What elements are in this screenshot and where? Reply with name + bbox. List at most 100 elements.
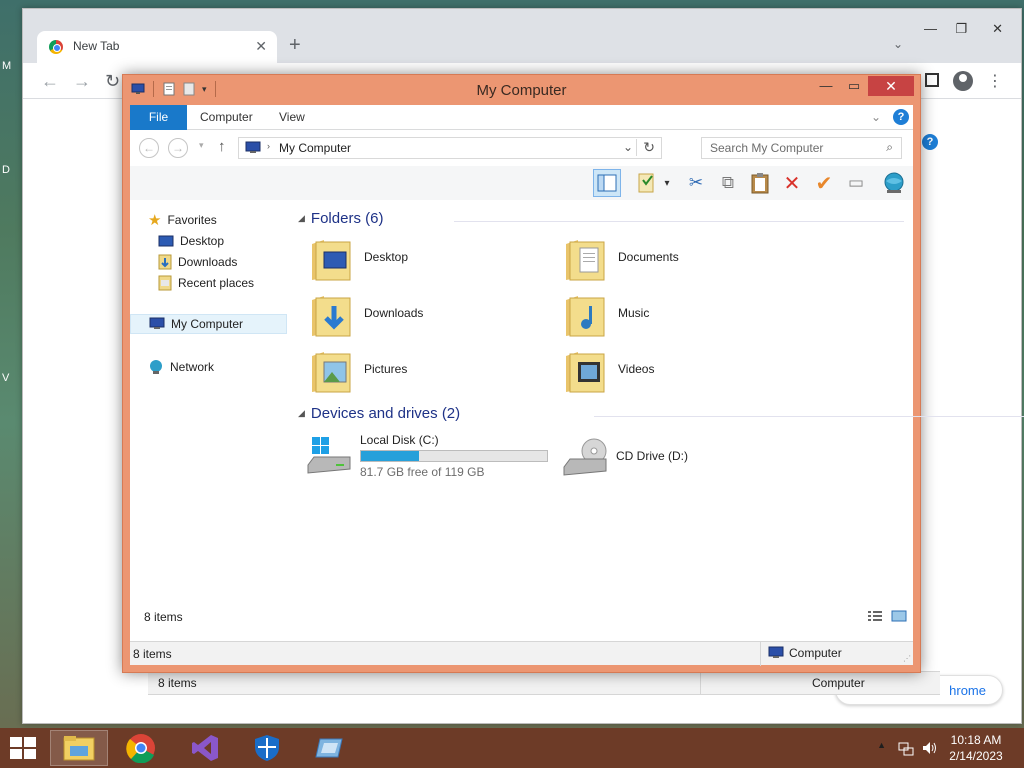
tab-view[interactable]: View (279, 105, 305, 130)
check-icon[interactable]: ✔ (810, 169, 838, 197)
drive-label: CD Drive (D:) (616, 449, 688, 463)
recent-locations-dropdown-icon[interactable]: ▾ (199, 140, 204, 151)
folder-music[interactable]: Music (564, 290, 804, 340)
help-icon[interactable]: ? (893, 109, 909, 125)
search-box[interactable]: ⌕ (701, 137, 902, 159)
back-button[interactable]: ← (139, 138, 159, 158)
chrome-menu-icon[interactable]: ⋮ (987, 71, 1003, 91)
desktop-icon-label: V (2, 372, 10, 384)
taskbar-remote-desktop[interactable] (300, 730, 358, 766)
up-button[interactable]: ↑ (218, 138, 226, 155)
preview-pane-icon[interactable] (593, 169, 621, 197)
drive-usage-fill (361, 451, 420, 461)
refresh-icon[interactable]: ↻ (636, 139, 655, 156)
folder-documents[interactable]: Documents (564, 234, 804, 284)
status-item-count: 8 items (133, 647, 172, 661)
chrome-favicon-icon (49, 40, 63, 54)
properties-dropdown-icon[interactable]: ▾ (660, 169, 674, 197)
close-button[interactable]: ✕ (868, 76, 914, 96)
tab-computer[interactable]: Computer (200, 105, 253, 130)
taskbar-chrome[interactable] (112, 730, 170, 766)
chrome-icon (126, 734, 155, 763)
chrome-minimize-button[interactable]: — (924, 21, 937, 36)
view-switcher (867, 610, 907, 622)
devices-group-header[interactable]: ◢ Devices and drives (2) (298, 405, 460, 422)
hard-drive-icon (307, 437, 351, 474)
address-dropdown-icon[interactable]: ⌄ (623, 140, 633, 154)
show-hidden-icons[interactable]: ▲ (877, 740, 886, 768)
side-panel-icon[interactable] (925, 73, 939, 87)
collapse-triangle-icon[interactable]: ◢ (298, 408, 305, 419)
status-divider (760, 642, 761, 666)
window-controls: — ▭ ✕ (812, 76, 914, 96)
collapse-triangle-icon[interactable]: ◢ (298, 213, 305, 224)
drive-local-disk-c[interactable]: Local Disk (C:) 81.7 GB free of 119 GB (306, 433, 566, 483)
network-tray-icon[interactable] (898, 740, 914, 768)
taskbar-windows-defender[interactable] (238, 730, 296, 766)
folder-desktop[interactable]: Desktop (310, 234, 550, 284)
large-icons-view-icon[interactable] (891, 610, 907, 622)
downloads-folder-icon (312, 296, 351, 337)
videos-folder-icon (566, 352, 605, 393)
nav-downloads[interactable]: Downloads (158, 252, 237, 272)
status-bar: 8 items Computer ⋰ (130, 641, 913, 666)
resize-grip-icon[interactable]: ⋰ (903, 654, 911, 663)
customize-chrome-label: hrome (949, 683, 986, 698)
breadcrumb-separator-icon[interactable]: › (267, 141, 270, 151)
globe-icon[interactable] (880, 169, 908, 197)
ribbon-right-controls: ⌄ ? (871, 109, 909, 125)
rename-icon[interactable]: ▭ (842, 169, 870, 197)
details-pane: 8 items (130, 607, 913, 629)
maximize-button[interactable]: ▭ (840, 76, 868, 96)
new-tab-button[interactable]: + (289, 34, 301, 57)
volume-icon[interactable] (922, 740, 938, 768)
explorer-client-area: File Computer View ⌄ ? ← → ▾ ↑ › My Comp… (130, 105, 1024, 666)
taskbar-visual-studio[interactable] (176, 730, 234, 766)
delete-icon[interactable]: ✕ (778, 169, 806, 197)
nav-my-computer[interactable]: My Computer (130, 314, 287, 334)
search-input[interactable] (710, 141, 870, 155)
folder-videos[interactable]: Videos (564, 346, 804, 396)
start-button[interactable] (10, 737, 36, 759)
chrome-tab-new-tab[interactable]: New Tab ✕ (37, 31, 277, 63)
tab-file[interactable]: File (130, 105, 187, 130)
drive-usage-bar (360, 450, 548, 462)
tab-search-chevron-icon[interactable]: ⌄ (893, 37, 903, 51)
tab-close-icon[interactable]: ✕ (255, 38, 267, 55)
expand-ribbon-chevron-icon[interactable]: ⌄ (871, 110, 881, 124)
copy-icon[interactable]: ⧉ (714, 169, 742, 197)
explorer-title-bar[interactable]: ▾ My Computer — ▭ ✕ (123, 75, 920, 105)
folder-downloads[interactable]: Downloads (310, 290, 550, 340)
properties-icon[interactable] (633, 169, 661, 197)
nav-label: Downloads (178, 255, 238, 269)
taskbar-file-explorer[interactable] (50, 730, 108, 766)
search-icon[interactable]: ⌕ (886, 140, 893, 155)
forward-button[interactable]: → (168, 138, 188, 158)
back-icon[interactable]: ← (41, 71, 59, 92)
paste-icon[interactable] (746, 169, 774, 197)
computer-icon (149, 317, 165, 329)
nav-network[interactable]: Network (148, 357, 214, 377)
nav-desktop[interactable]: Desktop (158, 231, 224, 251)
system-clock[interactable]: 10:18 AM 2/14/2023 (946, 732, 1006, 764)
breadcrumb-my-computer[interactable]: My Computer (279, 141, 351, 155)
reload-icon[interactable]: ↻ (105, 71, 120, 92)
recent-places-icon (158, 275, 172, 291)
minimize-button[interactable]: — (812, 76, 840, 96)
explorer-window: ▾ My Computer — ▭ ✕ File Computer View ⌄… (122, 74, 1024, 673)
chrome-close-button[interactable]: ✕ (992, 21, 1003, 37)
navigation-pane: ★ Favorites Desktop Downloads Recent pla… (130, 206, 288, 626)
folder-pictures[interactable]: Pictures (310, 346, 550, 396)
nav-label: Favorites (167, 213, 217, 227)
chrome-maximize-button[interactable]: ❐ (955, 21, 967, 37)
drive-cd-d[interactable]: CD Drive (D:) (562, 433, 802, 483)
details-view-icon[interactable] (867, 610, 883, 622)
address-bar[interactable]: › My Computer ⌄ ↻ (238, 137, 662, 159)
folders-group-header[interactable]: ◢ Folders (6) (298, 210, 383, 227)
profile-avatar-icon[interactable] (953, 71, 973, 91)
nav-favorites[interactable]: ★ Favorites (148, 210, 217, 230)
forward-icon[interactable]: → (73, 71, 91, 92)
cut-icon[interactable]: ✂ (682, 169, 710, 197)
nav-recent-places[interactable]: Recent places (158, 273, 254, 293)
status-zone-label: Computer (789, 646, 842, 660)
